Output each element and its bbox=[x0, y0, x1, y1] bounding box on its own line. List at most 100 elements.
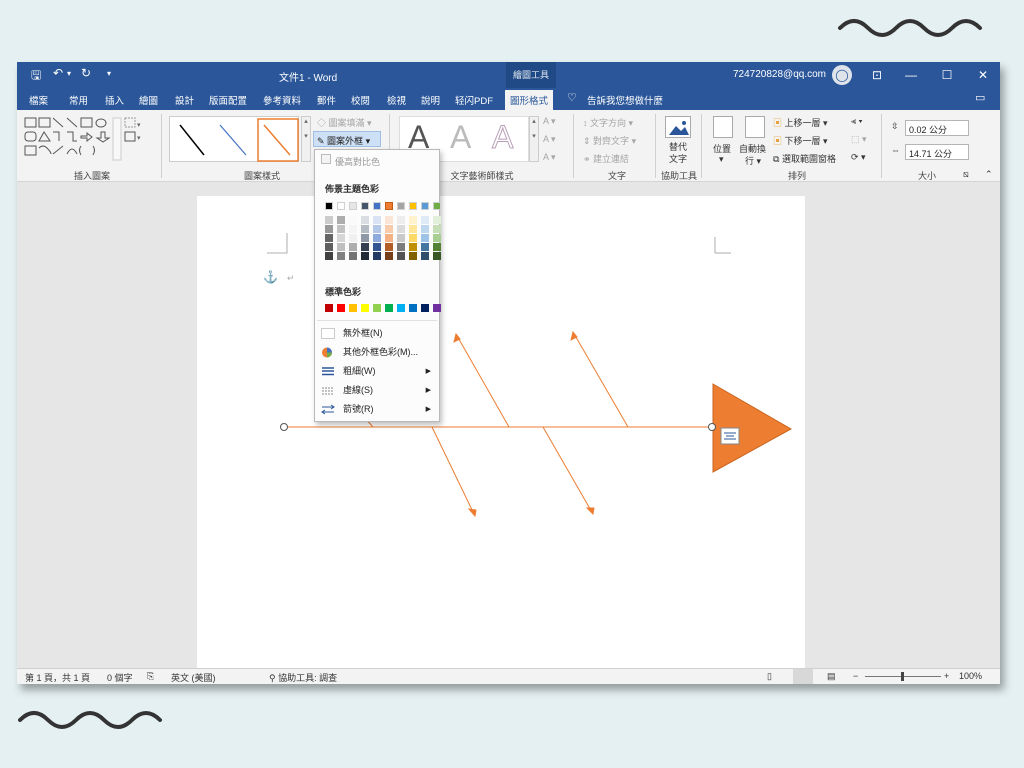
theme-color-shade-swatch[interactable] bbox=[325, 234, 333, 242]
text-direction-button[interactable]: ↕ 文字方向 ▾ bbox=[583, 116, 633, 129]
tab-layout[interactable]: 版面配置 bbox=[209, 93, 247, 107]
theme-color-shade-swatch[interactable] bbox=[421, 225, 429, 233]
text-outline-button[interactable]: A ▾ bbox=[543, 134, 556, 145]
account-email[interactable]: 724720828@qq.com bbox=[733, 69, 826, 80]
theme-color-shade-swatch[interactable] bbox=[373, 243, 381, 251]
proofing-icon[interactable]: ⎘ bbox=[147, 671, 154, 682]
wordart-style-2[interactable]: A bbox=[450, 119, 471, 156]
tab-pdf[interactable]: 轻闪PDF bbox=[455, 93, 493, 107]
theme-color-shade-swatch[interactable] bbox=[361, 225, 369, 233]
position-dropdown-icon[interactable]: ▾ bbox=[719, 154, 724, 165]
tab-mailings[interactable]: 郵件 bbox=[317, 93, 336, 107]
zoom-out-icon[interactable]: − bbox=[853, 671, 858, 681]
theme-color-shade-swatch[interactable] bbox=[325, 225, 333, 233]
language[interactable]: 英文 (美國) bbox=[171, 671, 216, 684]
standard-color-swatch[interactable] bbox=[421, 304, 429, 312]
arrows-item[interactable]: 箭號(R) ▶ bbox=[319, 401, 437, 418]
theme-color-shade-swatch[interactable] bbox=[409, 225, 417, 233]
standard-color-swatch[interactable] bbox=[373, 304, 381, 312]
standard-color-swatch[interactable] bbox=[409, 304, 417, 312]
theme-color-swatch[interactable] bbox=[433, 202, 441, 210]
standard-color-swatch[interactable] bbox=[337, 304, 345, 312]
standard-color-swatch[interactable] bbox=[397, 304, 405, 312]
shape-styles-gallery[interactable] bbox=[169, 116, 299, 162]
undo-icon[interactable]: ↶ bbox=[53, 66, 63, 80]
theme-color-shade-swatch[interactable] bbox=[421, 234, 429, 242]
read-mode-icon[interactable]: ▯ bbox=[767, 671, 772, 682]
standard-color-swatch[interactable] bbox=[325, 304, 333, 312]
theme-color-shade-swatch[interactable] bbox=[337, 252, 345, 260]
page-count[interactable]: 第 1 頁，共 1 頁 bbox=[25, 671, 90, 684]
lightbulb-icon[interactable]: ♡ bbox=[567, 91, 577, 104]
theme-color-swatch[interactable] bbox=[349, 202, 357, 210]
theme-color-shade-swatch[interactable] bbox=[433, 216, 441, 224]
more-colors-item[interactable]: 其他外框色彩(M)... bbox=[319, 344, 437, 361]
theme-color-shade-swatch[interactable] bbox=[397, 234, 405, 242]
standard-color-swatch[interactable] bbox=[349, 304, 357, 312]
tell-me-search[interactable]: 告訴我您想做什麼 bbox=[587, 93, 663, 107]
theme-color-swatch[interactable] bbox=[337, 202, 345, 210]
theme-color-shade-swatch[interactable] bbox=[397, 225, 405, 233]
theme-color-shade-swatch[interactable] bbox=[373, 234, 381, 242]
tab-design[interactable]: 設計 bbox=[175, 93, 194, 107]
theme-color-shade-swatch[interactable] bbox=[373, 216, 381, 224]
theme-color-shade-swatch[interactable] bbox=[409, 243, 417, 251]
theme-color-shade-swatch[interactable] bbox=[385, 234, 393, 242]
theme-color-shade-swatch[interactable] bbox=[337, 243, 345, 251]
theme-color-shade-swatch[interactable] bbox=[337, 216, 345, 224]
wrap-text-icon[interactable] bbox=[745, 116, 765, 138]
text-fill-button[interactable]: A ▾ bbox=[543, 116, 556, 127]
theme-color-swatch[interactable] bbox=[421, 202, 429, 210]
highlight-checkbox[interactable] bbox=[321, 154, 331, 164]
theme-color-shade-swatch[interactable] bbox=[337, 225, 345, 233]
theme-color-swatch[interactable] bbox=[385, 202, 393, 210]
theme-color-shade-swatch[interactable] bbox=[433, 225, 441, 233]
collapse-ribbon-icon[interactable]: ⌃ bbox=[985, 169, 993, 180]
selection-pane-button[interactable]: ⧉ 選取範圍窗格 bbox=[773, 152, 836, 165]
theme-color-shade-swatch[interactable] bbox=[397, 243, 405, 251]
standard-color-swatch[interactable] bbox=[361, 304, 369, 312]
send-backward-button[interactable]: ▣ 下移一層 ▾ bbox=[773, 134, 828, 147]
theme-color-shade-swatch[interactable] bbox=[349, 252, 357, 260]
word-count[interactable]: 0 個字 bbox=[107, 671, 133, 684]
wordart-style-3[interactable]: A bbox=[491, 119, 513, 156]
avatar[interactable]: ◯ bbox=[832, 65, 852, 85]
theme-color-swatch[interactable] bbox=[361, 202, 369, 210]
theme-color-swatch[interactable] bbox=[325, 202, 333, 210]
print-layout-icon[interactable] bbox=[793, 669, 813, 684]
theme-color-shade-swatch[interactable] bbox=[433, 234, 441, 242]
ribbon-display-icon[interactable]: ⊡ bbox=[863, 65, 891, 85]
tab-shape-format[interactable]: 圖形格式 bbox=[505, 90, 554, 110]
theme-color-shade-swatch[interactable] bbox=[421, 216, 429, 224]
shape-styles-scroll[interactable]: ▴ ▾ bbox=[301, 116, 311, 162]
theme-color-swatch[interactable] bbox=[409, 202, 417, 210]
wrap-text-label-2[interactable]: 行 ▾ bbox=[745, 154, 761, 167]
theme-color-shade-swatch[interactable] bbox=[325, 243, 333, 251]
size-launcher-icon[interactable]: ⧅ bbox=[963, 169, 969, 180]
zoom-slider-thumb[interactable] bbox=[901, 672, 904, 681]
bring-forward-button[interactable]: ▣ 上移一層 ▾ bbox=[773, 116, 828, 129]
zoom-in-icon[interactable]: + bbox=[944, 671, 949, 681]
standard-color-swatch[interactable] bbox=[433, 304, 441, 312]
align-text-button[interactable]: ⇕ 對齊文字 ▾ bbox=[583, 134, 636, 147]
tab-insert[interactable]: 插入 bbox=[105, 93, 124, 107]
save-icon[interactable]: 🖫 bbox=[31, 66, 41, 87]
theme-color-shade-swatch[interactable] bbox=[373, 225, 381, 233]
theme-color-shade-swatch[interactable] bbox=[349, 225, 357, 233]
tab-review[interactable]: 校閱 bbox=[351, 93, 370, 107]
theme-color-swatch[interactable] bbox=[397, 202, 405, 210]
theme-color-shade-swatch[interactable] bbox=[325, 252, 333, 260]
theme-color-shade-swatch[interactable] bbox=[325, 216, 333, 224]
theme-color-shade-swatch[interactable] bbox=[385, 252, 393, 260]
theme-color-shade-swatch[interactable] bbox=[349, 216, 357, 224]
shape-fill-button[interactable]: ◇ 圖案填滿 ▾ bbox=[317, 116, 372, 129]
wordart-scroll[interactable]: ▴ ▾ bbox=[529, 116, 539, 162]
tab-file[interactable]: 檔案 bbox=[29, 93, 48, 107]
theme-color-shade-swatch[interactable] bbox=[421, 252, 429, 260]
theme-color-shade-swatch[interactable] bbox=[361, 243, 369, 251]
close-icon[interactable]: ✕ bbox=[969, 65, 997, 85]
theme-color-shade-swatch[interactable] bbox=[433, 243, 441, 251]
theme-color-shade-swatch[interactable] bbox=[409, 252, 417, 260]
theme-color-shade-swatch[interactable] bbox=[433, 252, 441, 260]
shapes-gallery[interactable]: ▾ ▾ bbox=[23, 116, 153, 162]
